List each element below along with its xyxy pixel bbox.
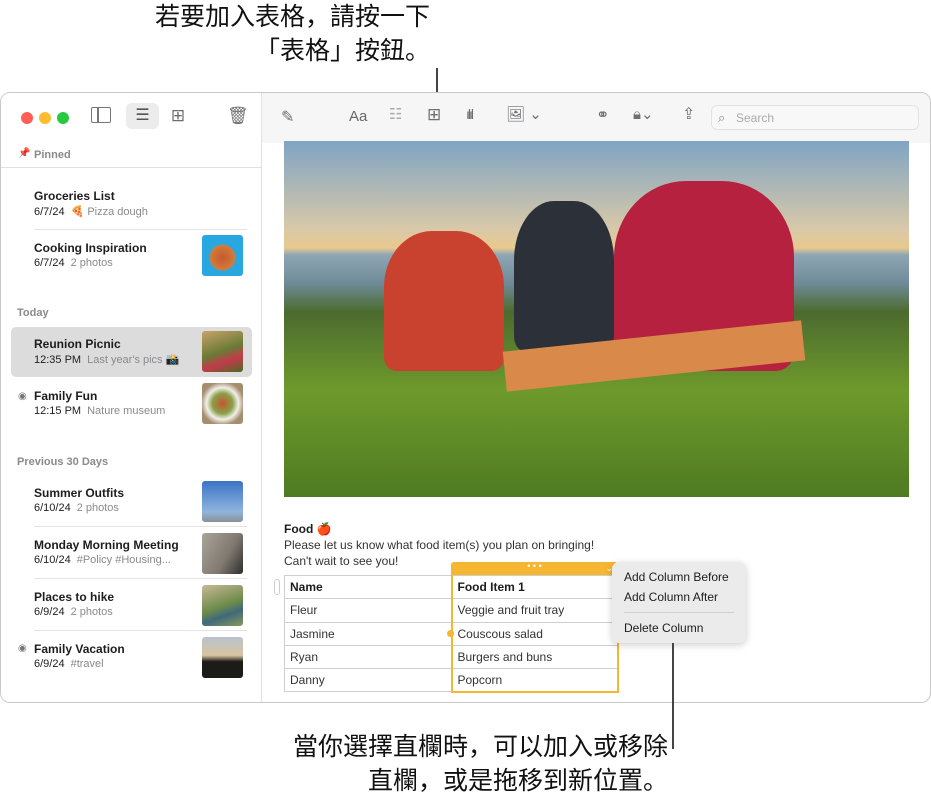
section-pinned: Pinned <box>34 149 71 161</box>
section-today: Today <box>17 307 49 319</box>
note-preview: 2 photos <box>70 257 113 269</box>
note-thumbnail <box>202 481 243 522</box>
search-placeholder: Search <box>736 111 775 125</box>
photo-person <box>514 201 614 351</box>
table-cell[interactable]: Fleur <box>284 598 452 623</box>
menu-separator <box>624 612 734 613</box>
menu-item-delete-column[interactable]: Delete Column <box>612 618 746 638</box>
note-thumbnail <box>202 637 243 678</box>
callout-text: 當你選擇直欄時，可以加入或移除 <box>292 732 668 761</box>
note-item[interactable]: Groceries List 6/7/24 🍕 Pizza dough <box>34 189 249 233</box>
note-date: 12:15 PM <box>34 405 82 417</box>
table-header[interactable]: Food Item 1 <box>450 574 619 600</box>
table-cell[interactable]: Popcorn <box>450 668 619 693</box>
note-date: 6/7/24 <box>34 257 65 269</box>
table-cell[interactable]: Ryan <box>284 644 452 670</box>
note-thumbnail <box>202 331 243 372</box>
close-button[interactable] <box>21 112 33 124</box>
pin-icon: 📌 <box>18 148 31 159</box>
minimize-button[interactable] <box>39 112 51 124</box>
note-date: 6/7/24 <box>34 206 65 218</box>
row-handle[interactable] <box>274 579 280 595</box>
note-date: 6/10/24 <box>34 502 71 514</box>
callout-text: 「表格」按鈕。 <box>254 36 430 65</box>
table-cell[interactable]: Burgers and buns <box>450 644 619 670</box>
note-preview: Nature museum <box>87 405 166 417</box>
table-icon[interactable]: ⊞ <box>427 105 441 125</box>
zoom-button[interactable] <box>57 112 69 124</box>
notes-window: ☰ ⊞ 🗑 📌 Pinned Groceries List 6/7/24 🍕 Piz… <box>0 92 931 703</box>
divider <box>1 167 262 168</box>
note-text: Can't wait to see you! <box>284 554 399 568</box>
note-date: 6/9/24 <box>34 606 65 618</box>
note-preview: 🍕 Pizza dough <box>70 206 148 218</box>
note-thumbnail <box>202 383 243 424</box>
divider <box>34 526 247 527</box>
note-date: 12:35 PM <box>34 354 82 366</box>
new-note-icon[interactable]: ✎ <box>281 107 294 127</box>
menu-item-add-column-before[interactable]: Add Column Before <box>612 567 746 587</box>
column-handle[interactable]: • • • ⌄ <box>451 562 618 575</box>
table-header[interactable]: Name <box>284 574 452 600</box>
audio-icon[interactable]: ılıl <box>466 106 474 122</box>
note-date: 6/9/24 <box>34 658 65 670</box>
lock-icon[interactable]: 🔒︎⌄ <box>633 105 654 123</box>
table-cell[interactable]: Veggie and fruit tray <box>450 598 619 623</box>
section-previous-30-days: Previous 30 Days <box>17 456 109 468</box>
trash-icon[interactable]: 🗑 <box>227 105 249 127</box>
menu-item-add-column-after[interactable]: Add Column After <box>612 587 746 607</box>
note-title: Groceries List <box>34 189 115 203</box>
list-view-icon[interactable]: ☰ <box>126 103 159 129</box>
gallery-view-icon[interactable]: ⊞ <box>169 105 187 127</box>
note-preview: #travel <box>70 658 104 670</box>
share-icon[interactable]: ⇪ <box>682 104 695 124</box>
note-preview: 2 photos <box>76 502 119 514</box>
note-thumbnail <box>202 533 243 574</box>
table-cell[interactable]: Jasmine <box>284 621 452 646</box>
callout-text: 若要加入表格，請按一下 <box>154 2 430 31</box>
shared-icon: ◉ <box>18 391 27 402</box>
note-photo <box>284 141 909 497</box>
callout-text: 直欄，或是拖移到新位置。 <box>367 766 668 795</box>
note-date: 6/10/24 <box>34 554 71 566</box>
divider <box>34 578 247 579</box>
table-cell[interactable]: Danny <box>284 668 452 693</box>
sidebar: ☰ ⊞ 🗑 📌 Pinned Groceries List 6/7/24 🍕 Piz… <box>1 93 262 702</box>
note-preview: 2 photos <box>70 606 113 618</box>
photo-person <box>384 231 504 371</box>
callout-table-button: 若要加入表格，請按一下 「表格」按鈕。 <box>120 0 430 68</box>
callout-line <box>672 643 674 749</box>
toolbar: ✎ Aa ☷ ⊞ ılıl 🖼 ⌄ ⚭ 🔒︎⌄ ⇪ ⌕ Search <box>262 93 930 143</box>
note-preview: #Policy #Housing... <box>76 554 171 566</box>
search-input[interactable]: ⌕ Search <box>711 105 919 130</box>
collaborate-icon[interactable]: ⚭ <box>596 105 609 125</box>
search-icon: ⌕ <box>718 110 726 125</box>
note-heading: Food 🍎 <box>284 522 332 536</box>
table-cell[interactable]: Couscous salad <box>450 621 619 646</box>
column-drag-dot[interactable] <box>447 630 454 637</box>
note-preview: Last year's pics 📸 <box>87 354 180 366</box>
column-context-menu: Add Column Before Add Column After Delet… <box>612 562 746 643</box>
note-text: Please let us know what food item(s) you… <box>284 538 595 552</box>
callout-column-selection: 當你選擇直欄時，可以加入或移除 直欄，或是拖移到新位置。 <box>240 730 668 798</box>
note-thumbnail <box>202 235 243 276</box>
checklist-icon[interactable]: ☷ <box>389 105 402 123</box>
note-thumbnail <box>202 585 243 626</box>
media-icon[interactable]: 🖼 ⌄ <box>506 105 542 123</box>
divider <box>34 229 247 230</box>
divider <box>34 630 247 631</box>
shared-icon: ◉ <box>18 643 27 654</box>
sidebar-toggle-icon[interactable] <box>91 107 111 123</box>
format-button[interactable]: Aa <box>349 108 367 125</box>
